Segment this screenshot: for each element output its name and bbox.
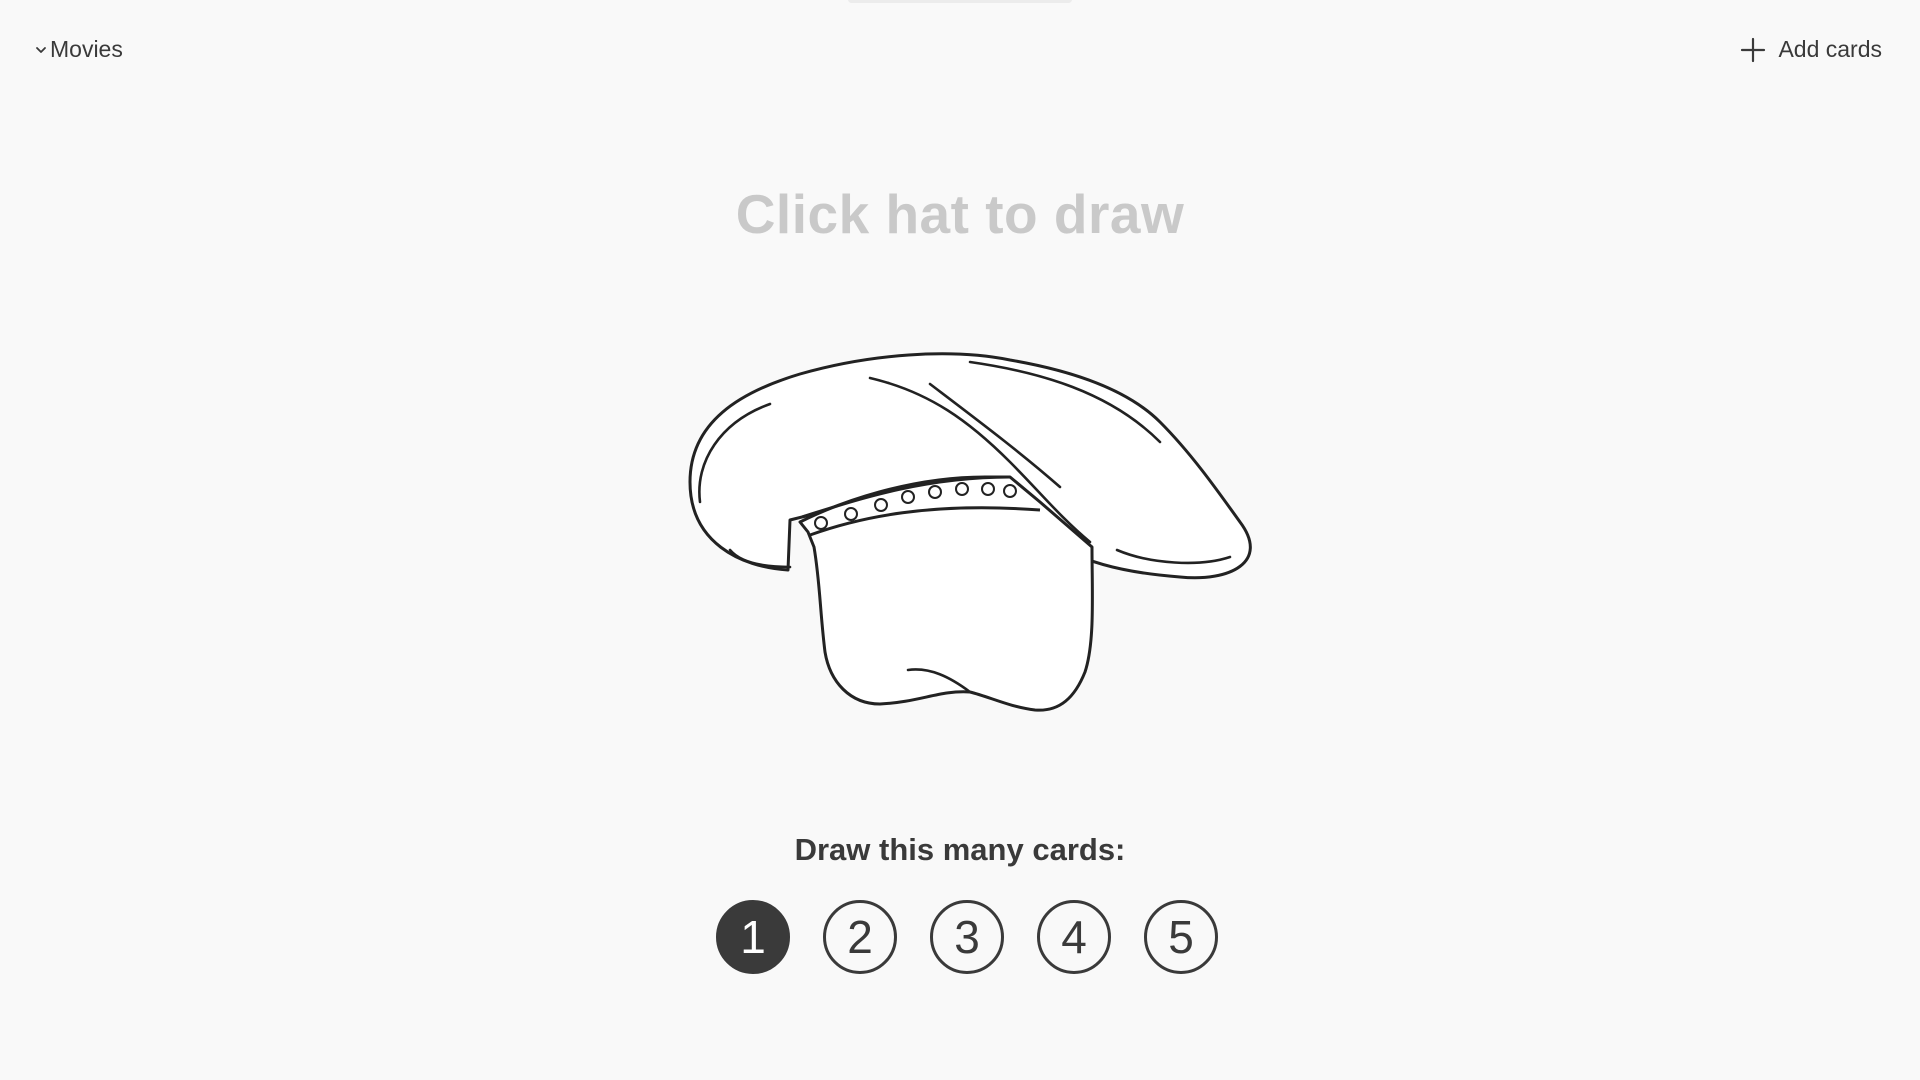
add-cards-label: Add cards xyxy=(1778,36,1882,62)
add-cards-button[interactable]: Add cards xyxy=(1740,36,1882,63)
hat-button[interactable] xyxy=(680,352,1280,722)
deck-selector[interactable]: Movies xyxy=(34,36,123,63)
draw-count-option-4[interactable]: 4 xyxy=(1037,900,1111,974)
draw-count-option-2[interactable]: 2 xyxy=(823,900,897,974)
plus-icon xyxy=(1741,37,1766,62)
draw-count-option-1[interactable]: 1 xyxy=(716,900,790,974)
deck-name: Movies xyxy=(50,36,123,62)
draw-count-selector: 1 2 3 4 5 xyxy=(716,900,1218,974)
draw-count-label: Draw this many cards: xyxy=(794,832,1126,867)
draw-count-option-3[interactable]: 3 xyxy=(930,900,1004,974)
draw-count-option-5[interactable]: 5 xyxy=(1144,900,1218,974)
top-drag-handle[interactable] xyxy=(848,0,1072,3)
chevron-down-icon xyxy=(36,46,46,53)
page-title: Click hat to draw xyxy=(735,183,1185,245)
hat-icon xyxy=(688,352,1252,712)
